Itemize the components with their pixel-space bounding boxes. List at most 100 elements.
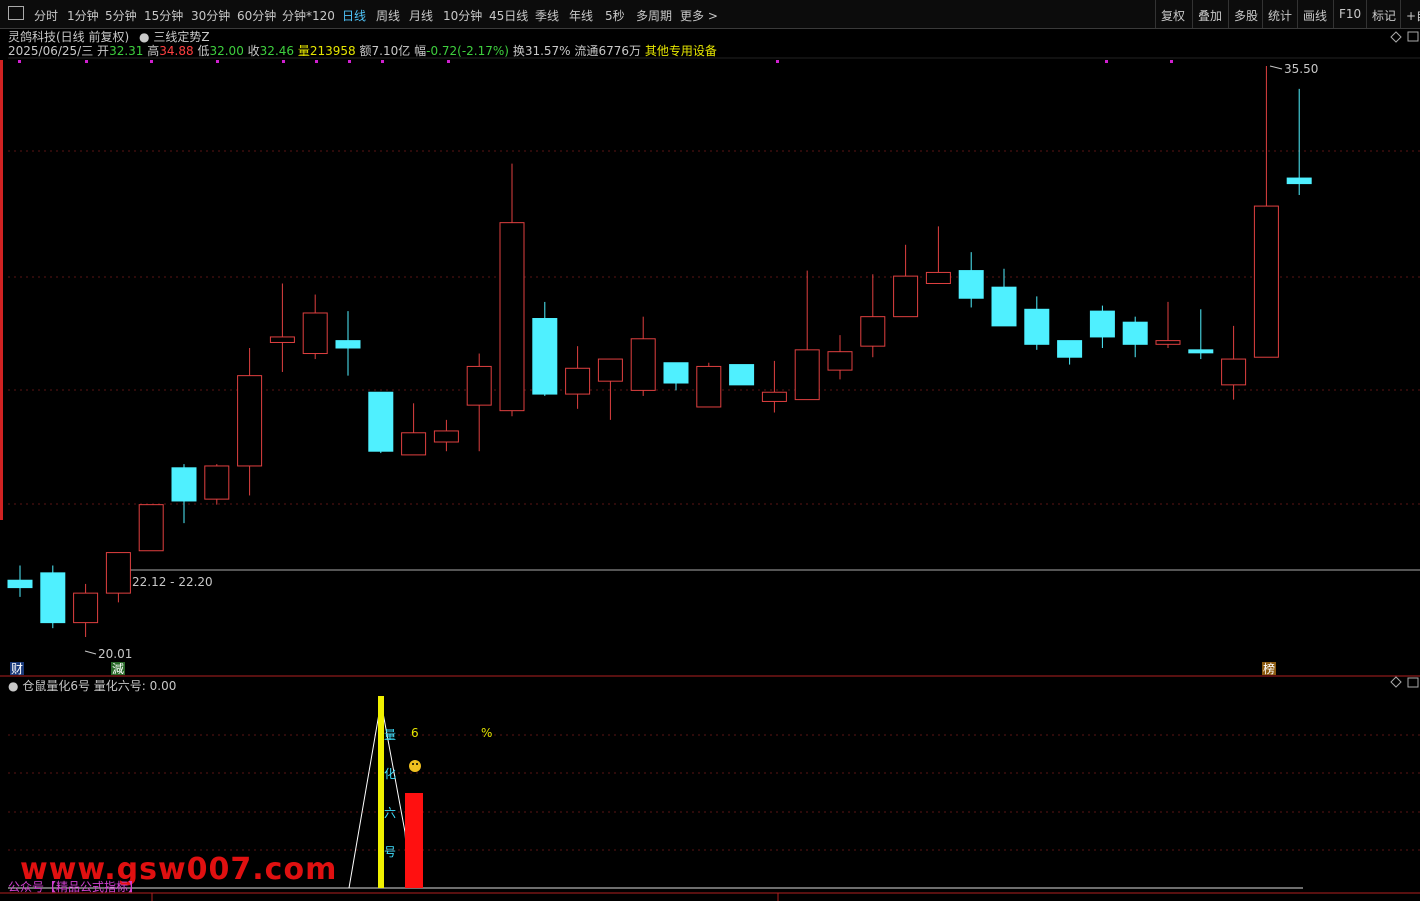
event-dot-10 bbox=[1105, 60, 1108, 63]
event-dot-5 bbox=[315, 60, 318, 63]
candle-body bbox=[991, 286, 1017, 327]
turnover-label: 换 bbox=[512, 44, 525, 58]
candle-body bbox=[237, 375, 263, 467]
event-dot-2 bbox=[150, 60, 153, 63]
ind-vertical-char-0: 量 bbox=[384, 728, 396, 742]
close-value: 32.46 bbox=[259, 44, 295, 58]
max-price-label: 35.50 bbox=[1284, 62, 1318, 76]
candle-body bbox=[1024, 308, 1050, 345]
badge-jian: 減 bbox=[112, 661, 124, 676]
smiley-eye-right bbox=[416, 763, 418, 765]
quote-date: 2025/06/25/三 bbox=[8, 44, 94, 58]
open-value: 32.31 bbox=[109, 44, 144, 58]
ind-six: 6 bbox=[411, 726, 419, 740]
event-dot-7 bbox=[381, 60, 384, 63]
candle-body bbox=[335, 340, 361, 349]
low-label: 低 bbox=[197, 44, 210, 58]
badge-bang: 榜 bbox=[1263, 661, 1275, 676]
candle-body bbox=[827, 351, 853, 371]
candle-body bbox=[7, 579, 33, 589]
diamond-icon-2 bbox=[1390, 676, 1402, 688]
smiley-icon bbox=[409, 760, 421, 772]
candle-body bbox=[630, 338, 656, 391]
kline-chart: 35.50 20.01 22.12 - 22.20 财 減 榜量化六号 6% bbox=[0, 31, 1420, 901]
candle-body bbox=[40, 572, 66, 624]
candle-body bbox=[269, 336, 295, 343]
amount-label: 额 bbox=[359, 44, 372, 58]
candle-body bbox=[302, 312, 328, 355]
max-price-pointer bbox=[1269, 65, 1283, 70]
high-value: 34.88 bbox=[159, 44, 194, 58]
indicator-toggle-icon[interactable]: ● bbox=[8, 679, 18, 693]
candle-body bbox=[958, 270, 984, 299]
candle-body bbox=[696, 365, 722, 408]
quote-row: 2025/06/25/三 开32.31 高34.88 低32.00 量 收32.… bbox=[8, 44, 717, 58]
ind-vertical-char-2: 六 bbox=[384, 806, 396, 820]
candle-body bbox=[1221, 358, 1247, 386]
min-price-label: 20.01 bbox=[98, 647, 132, 661]
indicator-header: ● 仓鼠量化6号 量化六号: 0.00 bbox=[8, 677, 176, 694]
min-price-pointer bbox=[84, 650, 97, 655]
candle-body bbox=[1089, 310, 1115, 338]
candle-body bbox=[433, 430, 459, 443]
window-icon bbox=[1407, 31, 1419, 42]
candle-body bbox=[761, 391, 787, 402]
candle-body bbox=[860, 316, 886, 347]
candle-body bbox=[138, 504, 164, 552]
ind-red-bar bbox=[405, 793, 423, 888]
candle-body bbox=[1188, 349, 1214, 354]
change-label: 幅 bbox=[414, 44, 427, 58]
candle-body bbox=[204, 465, 230, 500]
amount-value: 7.10亿 bbox=[371, 44, 411, 58]
candle-body bbox=[597, 358, 623, 382]
change-value: -0.72(-2.17%) bbox=[426, 44, 509, 58]
candle-body bbox=[565, 367, 591, 395]
high-label: 高 bbox=[147, 44, 160, 58]
indicator-value-label: 量化六号: bbox=[93, 679, 146, 693]
candle-body bbox=[171, 467, 197, 502]
badge-cai: 财 bbox=[11, 662, 23, 676]
candle-body bbox=[1253, 205, 1279, 358]
candle-body bbox=[1122, 321, 1148, 345]
ind-vertical-char-1: 化 bbox=[384, 767, 396, 781]
candle-body bbox=[105, 552, 131, 594]
smiley-eye-left bbox=[412, 763, 414, 765]
ind-yellow-bar bbox=[378, 696, 384, 888]
float-value: 6776万 bbox=[598, 44, 641, 58]
candle-body bbox=[1155, 340, 1181, 345]
float-label: 流通 bbox=[574, 44, 599, 58]
candle-body bbox=[729, 364, 755, 386]
event-dot-4 bbox=[282, 60, 285, 63]
diamond-icon bbox=[1390, 31, 1402, 43]
low-value: 32.00 bbox=[209, 44, 244, 58]
public-account-label: 公众号【精品公式指标】 bbox=[8, 880, 141, 894]
candle-body bbox=[466, 365, 492, 406]
event-dot-0 bbox=[18, 60, 21, 63]
event-dot-1 bbox=[85, 60, 88, 63]
candle-body bbox=[368, 391, 394, 452]
candle-body bbox=[73, 592, 99, 624]
event-dot-3 bbox=[216, 60, 219, 63]
candle-body bbox=[925, 271, 951, 284]
candle-body bbox=[401, 432, 427, 456]
indicator-panel-name: 仓鼠量化6号 bbox=[22, 679, 90, 693]
ind-vertical-char-3: 号 bbox=[384, 845, 396, 859]
candle-body bbox=[794, 349, 820, 401]
event-dot-9 bbox=[776, 60, 779, 63]
vol-value: 213958 bbox=[309, 44, 356, 58]
event-dot-6 bbox=[348, 60, 351, 63]
event-dot-8 bbox=[447, 60, 450, 63]
candle-body bbox=[1057, 340, 1083, 358]
ind-percent: % bbox=[481, 726, 492, 740]
candle-body bbox=[663, 362, 689, 384]
range-label: 22.12 - 22.20 bbox=[132, 575, 213, 589]
candle-body bbox=[499, 222, 525, 412]
open-label: 开 bbox=[97, 44, 110, 58]
candle-body bbox=[532, 318, 558, 395]
industry-label: 其他专用设备 bbox=[644, 44, 717, 58]
window-icon-2 bbox=[1407, 677, 1419, 688]
turnover-value: 31.57% bbox=[524, 44, 571, 58]
indicator-value: 0.00 bbox=[149, 679, 177, 693]
candle-body bbox=[1286, 177, 1312, 185]
event-dot-11 bbox=[1170, 60, 1173, 63]
